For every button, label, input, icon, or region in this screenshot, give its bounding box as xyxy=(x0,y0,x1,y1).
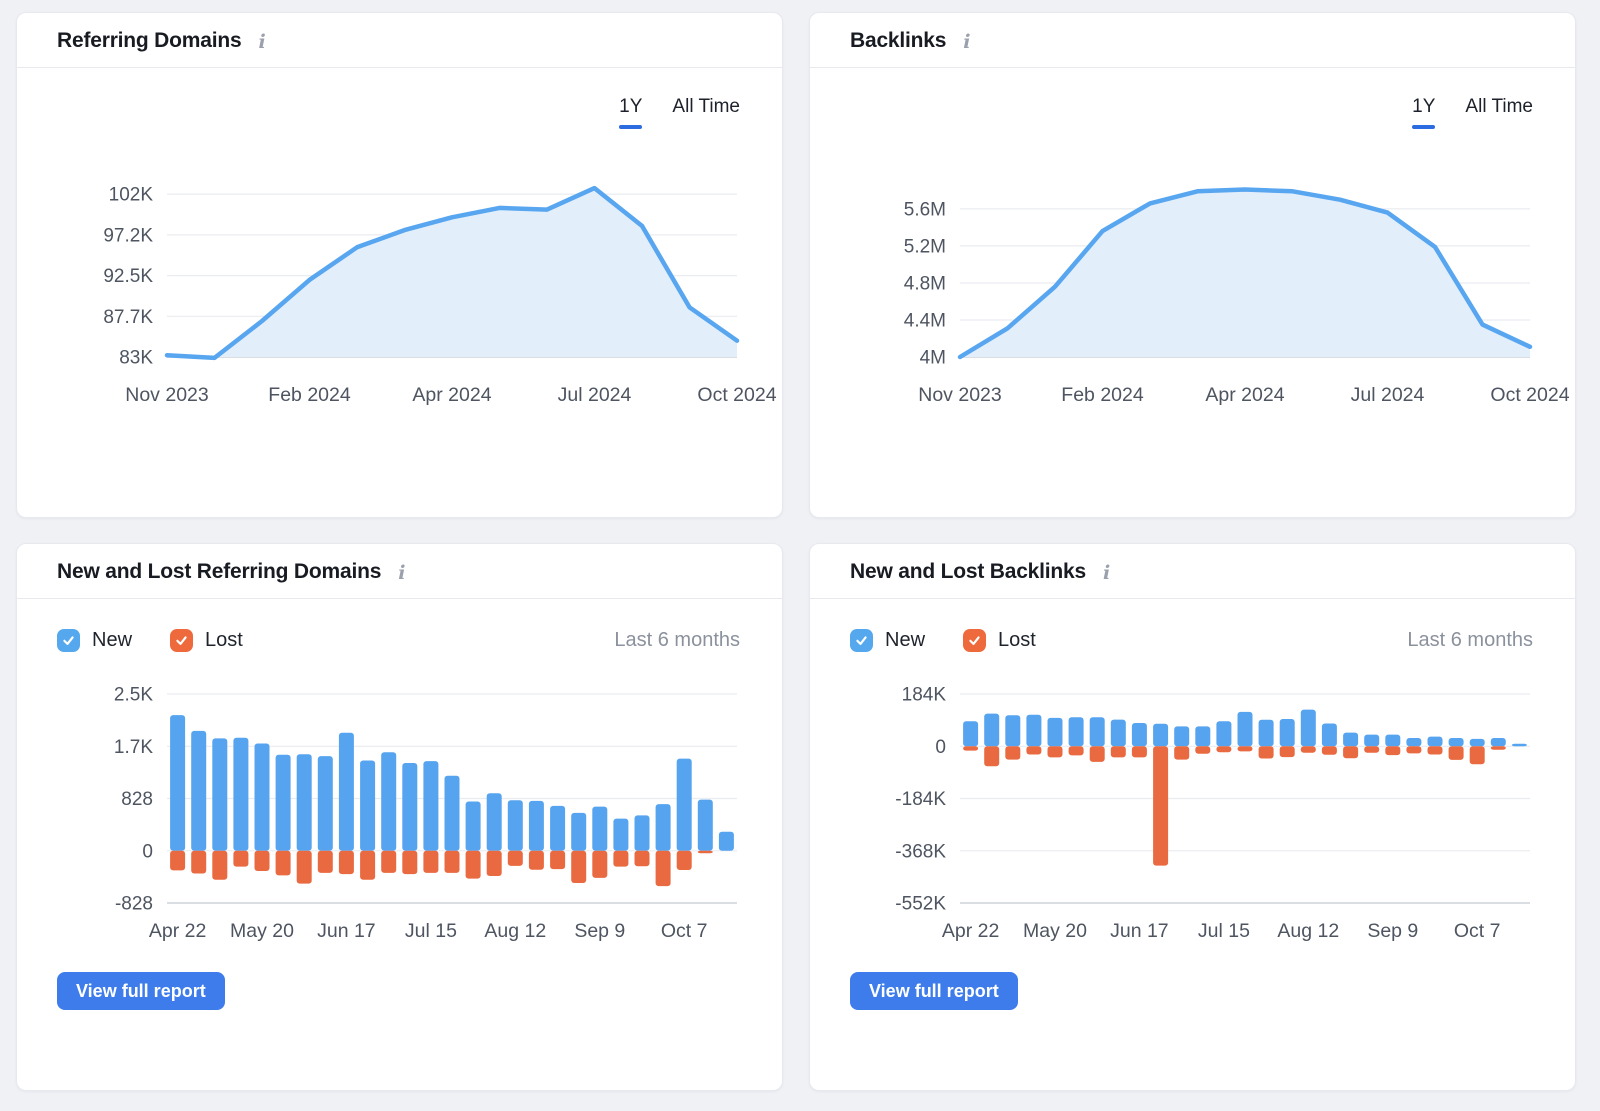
svg-text:92.5K: 92.5K xyxy=(103,266,153,287)
svg-text:Sep 9: Sep 9 xyxy=(1367,920,1418,942)
svg-text:0: 0 xyxy=(935,737,946,758)
view-full-report-button[interactable]: View full report xyxy=(850,972,1018,1010)
svg-text:Nov 2023: Nov 2023 xyxy=(918,384,1001,406)
referring-domains-card: Referring Domains i 1Y All Time 83K 87.7K… xyxy=(16,12,783,518)
time-range-tabs: 1Y All Time xyxy=(17,96,740,129)
active-tab-underline xyxy=(1412,125,1435,129)
svg-text:4M: 4M xyxy=(920,348,946,369)
legend-toggle-new[interactable]: New xyxy=(850,629,925,652)
info-icon[interactable]: i xyxy=(258,30,265,52)
checkbox-lost-checked-icon xyxy=(963,629,986,652)
svg-text:Oct 2024: Oct 2024 xyxy=(697,384,776,406)
info-icon[interactable]: i xyxy=(398,561,405,583)
view-full-report-button[interactable]: View full report xyxy=(57,972,225,1010)
new-lost-backlinks-card: New and Lost Backlinks i New Lost Last 6… xyxy=(809,543,1576,1091)
tab-all-time-label: All Time xyxy=(1465,96,1533,118)
tab-1y-label: 1Y xyxy=(619,96,642,118)
svg-text:Jul 15: Jul 15 xyxy=(1198,920,1250,942)
active-tab-underline xyxy=(619,125,642,129)
checkbox-lost-checked-icon xyxy=(170,629,193,652)
info-icon[interactable]: i xyxy=(1103,561,1110,583)
time-range-tabs: 1Y All Time xyxy=(810,96,1533,129)
legend-toggle-lost[interactable]: Lost xyxy=(170,629,243,652)
svg-text:Oct 2024: Oct 2024 xyxy=(1490,384,1569,406)
svg-text:Nov 2023: Nov 2023 xyxy=(125,384,208,406)
svg-text:102K: 102K xyxy=(109,185,154,206)
svg-text:2.5K: 2.5K xyxy=(114,685,153,706)
svg-text:-184K: -184K xyxy=(895,789,946,810)
card-title-new-lost-referring-domains: New and Lost Referring Domains xyxy=(57,560,381,584)
svg-text:Jul 2024: Jul 2024 xyxy=(1351,384,1425,406)
svg-text:Sep 9: Sep 9 xyxy=(574,920,625,942)
tab-all-time[interactable]: All Time xyxy=(1465,96,1533,129)
card-title-new-lost-backlinks: New and Lost Backlinks xyxy=(850,560,1086,584)
new-lost-backlinks-bar-chart: -552K -368K -184K 0 184K Apr 22 May 20 Jun 17 Ju… xyxy=(820,674,1575,946)
card-header: Backlinks i xyxy=(810,13,1575,68)
info-icon[interactable]: i xyxy=(963,30,970,52)
tab-1y[interactable]: 1Y xyxy=(1412,96,1435,129)
svg-text:828: 828 xyxy=(121,789,153,810)
svg-text:Jul 15: Jul 15 xyxy=(405,920,457,942)
svg-text:83K: 83K xyxy=(119,348,153,369)
legend-toggle-new[interactable]: New xyxy=(57,629,132,652)
backlinks-area-chart: 4M 4.4M 4.8M 5.2M 5.6M Nov 2023 Feb 2024 Apr 20… xyxy=(820,165,1575,415)
svg-text:5.2M: 5.2M xyxy=(904,236,946,257)
chart-svg: 83K 87.7K 92.5K 97.2K 102K Nov 2023 Feb 2024 Ap… xyxy=(27,165,767,415)
svg-text:Jun 17: Jun 17 xyxy=(1110,920,1169,942)
checkbox-new-checked-icon xyxy=(850,629,873,652)
period-label: Last 6 months xyxy=(614,629,740,652)
backlinks-card: Backlinks i 1Y All Time 4M 4.4M 4.8M 5.2M 5.… xyxy=(809,12,1576,518)
legend-row: New Lost Last 6 months xyxy=(850,629,1533,652)
svg-text:1.7K: 1.7K xyxy=(114,737,153,758)
new-lost-referring-domains-card: New and Lost Referring Domains i New Los… xyxy=(16,543,783,1091)
backlink-analytics-dashboard: Referring Domains i 1Y All Time 83K 87.7K… xyxy=(0,0,1600,1111)
svg-text:Apr 22: Apr 22 xyxy=(942,920,999,942)
svg-text:Feb 2024: Feb 2024 xyxy=(268,384,351,406)
legend-lost-label: Lost xyxy=(205,629,243,652)
svg-text:Jun 17: Jun 17 xyxy=(317,920,376,942)
legend-toggle-lost[interactable]: Lost xyxy=(963,629,1036,652)
svg-text:Jul 2024: Jul 2024 xyxy=(558,384,632,406)
legend-new-label: New xyxy=(92,629,132,652)
svg-text:-368K: -368K xyxy=(895,841,946,862)
tab-all-time[interactable]: All Time xyxy=(672,96,740,129)
svg-text:Apr 2024: Apr 2024 xyxy=(1205,384,1284,406)
svg-text:-552K: -552K xyxy=(895,894,946,915)
svg-text:4.4M: 4.4M xyxy=(904,311,946,332)
chart-svg: -828 0 828 1.7K 2.5K Apr 22 May 20 Jun 17 Jul 15… xyxy=(27,674,767,946)
card-title-backlinks: Backlinks xyxy=(850,29,946,53)
legend-row: New Lost Last 6 months xyxy=(57,629,740,652)
legend-new-label: New xyxy=(885,629,925,652)
checkbox-new-checked-icon xyxy=(57,629,80,652)
chart-svg: -552K -368K -184K 0 184K Apr 22 May 20 Jun 17 Ju… xyxy=(820,674,1560,946)
svg-text:97.2K: 97.2K xyxy=(103,225,153,246)
svg-text:-828: -828 xyxy=(115,894,153,915)
svg-text:0: 0 xyxy=(142,841,153,862)
svg-text:5.6M: 5.6M xyxy=(904,199,946,220)
svg-text:Oct 7: Oct 7 xyxy=(1454,920,1501,942)
svg-text:Oct 7: Oct 7 xyxy=(661,920,708,942)
chart-svg: 4M 4.4M 4.8M 5.2M 5.6M Nov 2023 Feb 2024 Apr 20… xyxy=(820,165,1560,415)
svg-text:May 20: May 20 xyxy=(230,920,294,942)
referring-domains-area-chart: 83K 87.7K 92.5K 97.2K 102K Nov 2023 Feb 2024 Ap… xyxy=(27,165,782,415)
svg-text:Aug 12: Aug 12 xyxy=(1277,920,1339,942)
tab-1y[interactable]: 1Y xyxy=(619,96,642,129)
svg-text:Feb 2024: Feb 2024 xyxy=(1061,384,1144,406)
card-header: Referring Domains i xyxy=(17,13,782,68)
period-label: Last 6 months xyxy=(1407,629,1533,652)
svg-text:184K: 184K xyxy=(902,685,947,706)
svg-text:Aug 12: Aug 12 xyxy=(484,920,546,942)
svg-text:87.7K: 87.7K xyxy=(103,307,153,328)
tab-1y-label: 1Y xyxy=(1412,96,1435,118)
new-lost-referring-domains-bar-chart: -828 0 828 1.7K 2.5K Apr 22 May 20 Jun 17 Jul 15… xyxy=(27,674,782,946)
legend-lost-label: Lost xyxy=(998,629,1036,652)
card-header: New and Lost Backlinks i xyxy=(810,544,1575,599)
card-header: New and Lost Referring Domains i xyxy=(17,544,782,599)
tab-all-time-label: All Time xyxy=(672,96,740,118)
card-title-referring-domains: Referring Domains xyxy=(57,29,241,53)
svg-text:Apr 22: Apr 22 xyxy=(149,920,206,942)
svg-text:May 20: May 20 xyxy=(1023,920,1087,942)
svg-text:Apr 2024: Apr 2024 xyxy=(412,384,491,406)
svg-text:4.8M: 4.8M xyxy=(904,274,946,295)
